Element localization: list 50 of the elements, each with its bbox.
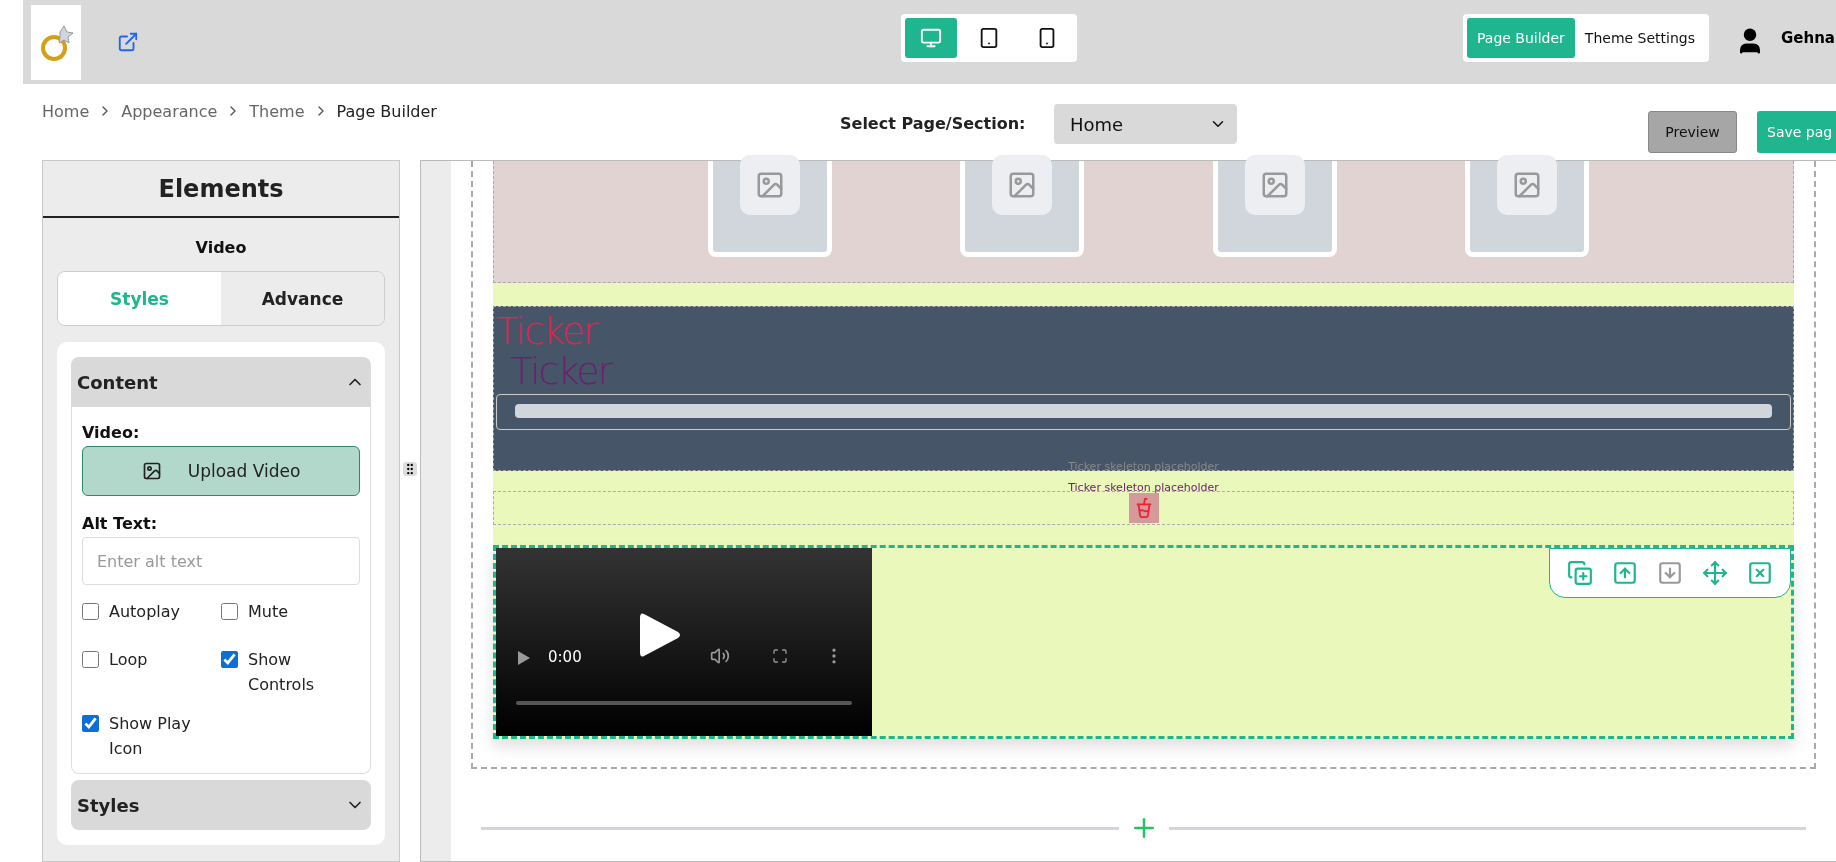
ticker-title: Ticker	[496, 311, 598, 351]
breadcrumb-link[interactable]: Page Builder	[336, 101, 437, 121]
breadcrumb-link[interactable]: Theme	[249, 101, 305, 121]
checkbox[interactable]	[82, 651, 99, 668]
duplicate-tool-icon[interactable]	[1567, 560, 1594, 586]
tablet-icon	[978, 27, 1000, 49]
field-label: Video:	[82, 423, 141, 442]
checkbox-label: Show Controls	[248, 649, 316, 696]
checkbox[interactable]	[82, 715, 99, 732]
video-time: 0:00	[548, 648, 582, 666]
logo-icon	[31, 4, 81, 80]
progress-track[interactable]	[516, 701, 852, 705]
breadcrumb-link[interactable]: Appearance	[121, 101, 218, 121]
checkbox-label: Show Play Icon	[109, 713, 192, 760]
field-label: Alt Text:	[82, 514, 159, 533]
alt-text-field[interactable]: Enter alt text	[82, 537, 360, 585]
remove-tool-icon[interactable]	[1746, 560, 1773, 586]
accordion-header[interactable]: Styles	[71, 780, 371, 830]
checkbox[interactable]	[221, 603, 238, 620]
select-label: Select Page/Section:	[840, 114, 1026, 133]
page-select[interactable]: Home	[1054, 104, 1237, 144]
image-placeholder-icon	[992, 155, 1053, 215]
fullscreen-icon[interactable]	[772, 648, 788, 664]
checkbox-label: Autoplay	[109, 601, 181, 623]
desktop-view-button[interactable]	[905, 18, 957, 58]
breadcrumb-link[interactable]: Home	[42, 101, 90, 121]
cup-icon	[1128, 493, 1159, 523]
accordion-header[interactable]: Content	[71, 357, 371, 407]
small-play-icon[interactable]	[518, 651, 530, 665]
volume-icon[interactable]	[710, 646, 730, 666]
image-placeholder-icon	[1244, 155, 1305, 215]
preview-button[interactable]: Preview	[1648, 111, 1737, 153]
drag-handle-icon[interactable]	[403, 462, 417, 476]
placeholder-text: Ticker skeleton placeholder	[1068, 460, 1219, 473]
monitor-icon	[920, 27, 942, 49]
up-tool-icon[interactable]	[1612, 560, 1639, 586]
checkbox[interactable]	[221, 651, 238, 668]
upload-button[interactable]: Upload Video	[82, 446, 360, 496]
checkbox-label: Loop	[109, 649, 148, 671]
image-icon	[141, 461, 162, 481]
checkbox-label: Mute	[248, 601, 289, 623]
image-placeholder-icon	[1496, 155, 1557, 215]
external-link-icon[interactable]	[117, 31, 139, 53]
placeholder-text: Ticker skeleton placeholder	[1068, 481, 1219, 494]
checkbox[interactable]	[82, 603, 99, 620]
panel-title: Elements	[43, 161, 399, 218]
user-name: Gehna	[1781, 29, 1835, 47]
image-placeholder-icon	[740, 155, 801, 215]
move-tool-icon[interactable]	[1701, 560, 1728, 586]
element-name: Video	[194, 238, 248, 257]
